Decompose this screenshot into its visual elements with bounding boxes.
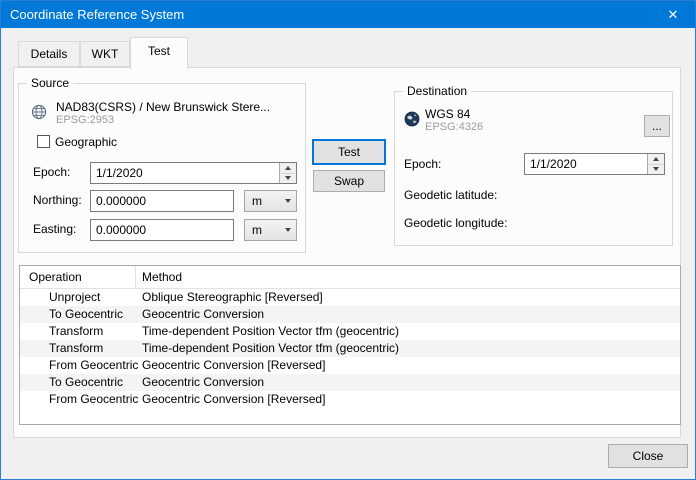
method-cell: Oblique Stereographic [Reversed] bbox=[136, 289, 680, 306]
test-tab-panel: Source NAD83(CSRS) / New Brunswick Stere… bbox=[13, 67, 681, 438]
easting-input[interactable]: 0.000000 bbox=[90, 219, 234, 241]
easting-unit-value: m bbox=[252, 223, 262, 237]
spin-up-button[interactable] bbox=[280, 163, 296, 173]
close-icon: ✕ bbox=[668, 8, 679, 21]
operation-cell: Transform bbox=[20, 340, 136, 357]
northing-value: 0.000000 bbox=[91, 194, 146, 208]
source-epoch-input[interactable]: 1/1/2020 bbox=[90, 162, 297, 184]
method-cell: Geocentric Conversion bbox=[136, 374, 680, 391]
tab-wkt[interactable]: WKT bbox=[80, 41, 130, 67]
window-title: Coordinate Reference System bbox=[0, 7, 184, 22]
geodetic-latitude-label: Geodetic latitude: bbox=[404, 188, 497, 202]
test-button[interactable]: Test bbox=[312, 139, 386, 165]
combo-arrow-icon bbox=[285, 199, 291, 203]
spin-up-button[interactable] bbox=[648, 154, 664, 164]
operations-table-header: Operation Method bbox=[20, 266, 680, 289]
northing-input[interactable]: 0.000000 bbox=[90, 190, 234, 212]
tab-details[interactable]: Details bbox=[18, 41, 80, 67]
operations-table-body: UnprojectOblique Stereographic [Reversed… bbox=[20, 289, 680, 408]
earth-globe-icon bbox=[404, 111, 420, 127]
source-epoch-label: Epoch: bbox=[33, 165, 70, 179]
method-cell: Time-dependent Position Vector tfm (geoc… bbox=[136, 340, 680, 357]
northing-label: Northing: bbox=[33, 193, 82, 207]
geographic-checkbox-label[interactable]: Geographic bbox=[55, 135, 117, 149]
operations-table: Operation Method UnprojectOblique Stereo… bbox=[19, 265, 681, 425]
up-arrow-icon bbox=[653, 157, 659, 161]
operation-cell: From Geocentric bbox=[20, 391, 136, 408]
destination-group: Destination WGS 84 EPSG:4326 ... Epoch: … bbox=[394, 91, 673, 246]
operation-cell: Unproject bbox=[20, 289, 136, 306]
northing-unit-combo[interactable]: m bbox=[244, 190, 297, 212]
destination-crs-code: EPSG:4326 bbox=[425, 121, 483, 133]
destination-epoch-spinner bbox=[647, 154, 664, 174]
source-epoch-value: 1/1/2020 bbox=[91, 166, 143, 180]
combo-arrow-icon bbox=[285, 228, 291, 232]
table-row[interactable]: To GeocentricGeocentric Conversion bbox=[20, 306, 680, 323]
tab-test[interactable]: Test bbox=[130, 37, 188, 69]
crs-dialog: Coordinate Reference System ✕ Details WK… bbox=[0, 0, 696, 480]
destination-epoch-input[interactable]: 1/1/2020 bbox=[524, 153, 665, 175]
table-row[interactable]: TransformTime-dependent Position Vector … bbox=[20, 340, 680, 357]
source-crs-name: NAD83(CSRS) / New Brunswick Stere... bbox=[56, 100, 270, 114]
table-row[interactable]: From GeocentricGeocentric Conversion [Re… bbox=[20, 357, 680, 374]
titlebar[interactable]: Coordinate Reference System bbox=[0, 0, 696, 28]
spin-down-button[interactable] bbox=[648, 164, 664, 175]
close-button[interactable]: Close bbox=[608, 444, 688, 468]
northing-unit-value: m bbox=[252, 194, 262, 208]
easting-value: 0.000000 bbox=[91, 223, 146, 237]
operation-cell: From Geocentric bbox=[20, 357, 136, 374]
destination-crs-name: WGS 84 bbox=[425, 107, 470, 121]
easting-label: Easting: bbox=[33, 222, 76, 236]
easting-unit-combo[interactable]: m bbox=[244, 219, 297, 241]
destination-epoch-value: 1/1/2020 bbox=[525, 157, 577, 171]
down-arrow-icon bbox=[285, 176, 291, 180]
method-cell: Geocentric Conversion [Reversed] bbox=[136, 357, 680, 374]
geodetic-longitude-label: Geodetic longitude: bbox=[404, 216, 507, 230]
method-cell: Geocentric Conversion bbox=[136, 306, 680, 323]
source-group: Source NAD83(CSRS) / New Brunswick Stere… bbox=[18, 83, 306, 253]
down-arrow-icon bbox=[653, 167, 659, 171]
table-row[interactable]: To GeocentricGeocentric Conversion bbox=[20, 374, 680, 391]
source-crs-code: EPSG:2953 bbox=[56, 114, 114, 126]
geographic-checkbox[interactable] bbox=[37, 135, 50, 148]
table-row[interactable]: From GeocentricGeocentric Conversion [Re… bbox=[20, 391, 680, 408]
source-group-legend: Source bbox=[27, 76, 73, 90]
destination-epoch-label: Epoch: bbox=[404, 157, 441, 171]
column-header-method[interactable]: Method bbox=[136, 266, 680, 288]
table-row[interactable]: UnprojectOblique Stereographic [Reversed… bbox=[20, 289, 680, 306]
method-cell: Time-dependent Position Vector tfm (geoc… bbox=[136, 323, 680, 340]
window-close-button[interactable]: ✕ bbox=[650, 0, 696, 28]
operation-cell: To Geocentric bbox=[20, 306, 136, 323]
swap-button[interactable]: Swap bbox=[313, 170, 385, 192]
column-header-operation[interactable]: Operation bbox=[20, 266, 136, 288]
operation-cell: Transform bbox=[20, 323, 136, 340]
method-cell: Geocentric Conversion [Reversed] bbox=[136, 391, 680, 408]
wireframe-globe-icon bbox=[31, 104, 47, 120]
destination-group-legend: Destination bbox=[403, 84, 471, 98]
operation-cell: To Geocentric bbox=[20, 374, 136, 391]
spin-down-button[interactable] bbox=[280, 173, 296, 184]
source-epoch-spinner bbox=[279, 163, 296, 183]
table-row[interactable]: TransformTime-dependent Position Vector … bbox=[20, 323, 680, 340]
browse-crs-button[interactable]: ... bbox=[644, 115, 670, 137]
up-arrow-icon bbox=[285, 166, 291, 170]
